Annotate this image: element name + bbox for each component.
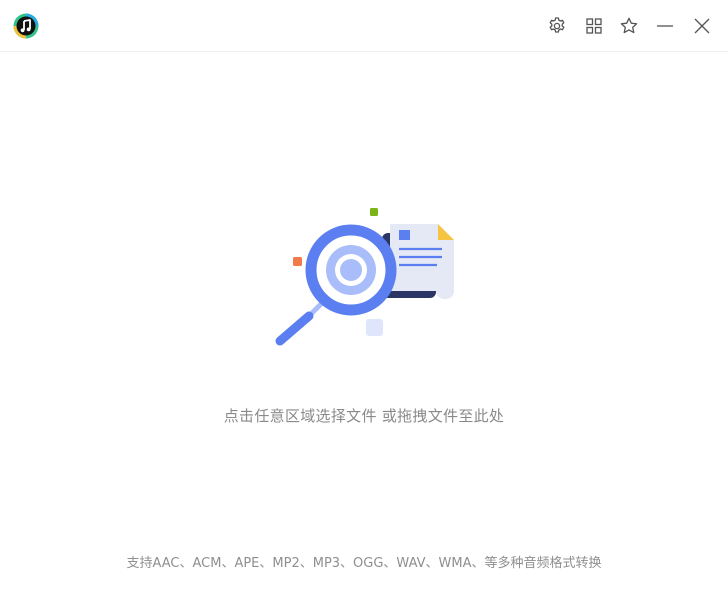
- supported-formats-note: 支持AAC、ACM、APE、MP2、MP3、OGG、WAV、WMA、等多种音频格…: [126, 556, 602, 571]
- apps-button[interactable]: [582, 14, 606, 38]
- app-logo-icon: [13, 13, 39, 39]
- star-icon: [619, 16, 639, 36]
- file-drop-zone[interactable]: 点击任意区域选择文件 或拖拽文件至此处: [0, 53, 728, 533]
- favorite-button[interactable]: [617, 14, 641, 38]
- settings-button[interactable]: [545, 14, 569, 38]
- close-button[interactable]: [690, 14, 714, 38]
- title-bar: [0, 0, 728, 52]
- minimize-button[interactable]: [653, 14, 677, 38]
- gear-icon: [547, 16, 567, 36]
- minimize-icon: [655, 16, 675, 36]
- grid-icon: [584, 16, 604, 36]
- drop-hint-text: 点击任意区域选择文件 或拖拽文件至此处: [223, 407, 505, 425]
- search-file-illustration: [260, 203, 470, 403]
- close-icon: [692, 16, 712, 36]
